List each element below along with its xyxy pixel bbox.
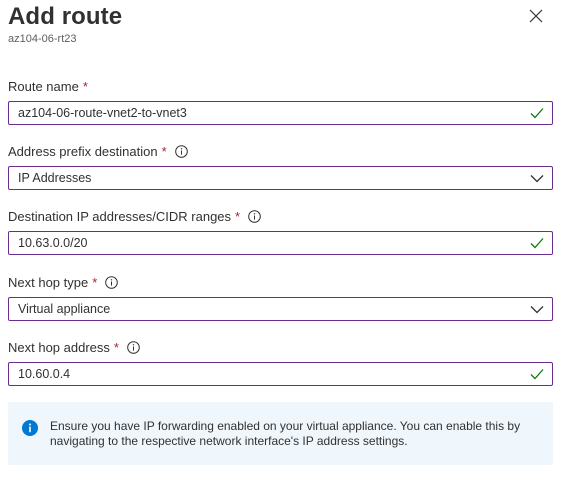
chevron-down-icon	[530, 302, 544, 316]
next-hop-type-label: Next hop type	[8, 274, 89, 290]
address-prefix-destination-select[interactable]: IP Addresses	[8, 166, 553, 190]
page-subtitle: az104-06-rt23	[8, 33, 77, 45]
chevron-down-icon	[530, 171, 544, 185]
next-hop-type-label-row: Next hop type *	[8, 274, 553, 290]
route-name-value: az104-06-route-vnet2-to-vnet3	[18, 106, 187, 120]
info-icon[interactable]	[248, 209, 261, 223]
destination-ranges-label: Destination IP addresses/CIDR ranges	[8, 208, 232, 224]
required-marker: *	[161, 143, 167, 159]
next-hop-type-value: Virtual appliance	[18, 302, 111, 316]
checkmark-icon	[530, 367, 544, 381]
close-icon	[529, 9, 543, 23]
checkmark-icon	[530, 106, 544, 120]
next-hop-address-label-row: Next hop address *	[8, 339, 553, 355]
info-icon[interactable]	[127, 340, 140, 354]
address-prefix-destination-value: IP Addresses	[18, 171, 92, 185]
destination-ranges-value: 10.63.0.0/20	[18, 236, 88, 250]
destination-ranges-input[interactable]: 10.63.0.0/20	[8, 231, 553, 255]
next-hop-address-label: Next hop address	[8, 339, 110, 355]
close-button[interactable]	[528, 8, 544, 24]
required-marker: *	[235, 208, 241, 224]
destination-ranges-field: Destination IP addresses/CIDR ranges * 1…	[8, 208, 553, 255]
address-prefix-destination-field: Address prefix destination * IP Addresse…	[8, 143, 553, 190]
info-filled-icon	[22, 420, 38, 436]
next-hop-address-value: 10.60.0.4	[18, 367, 71, 381]
info-notice-text: Ensure you have IP forwarding enabled on…	[50, 419, 521, 448]
info-icon[interactable]	[105, 275, 119, 289]
address-prefix-destination-label: Address prefix destination	[8, 143, 158, 159]
next-hop-address-input[interactable]: 10.60.0.4	[8, 362, 553, 386]
required-marker: *	[92, 274, 98, 290]
info-notice: Ensure you have IP forwarding enabled on…	[8, 402, 553, 465]
route-name-label-row: Route name *	[8, 78, 553, 94]
next-hop-address-field: Next hop address * 10.60.0.4	[8, 339, 553, 386]
address-prefix-label-row: Address prefix destination *	[8, 143, 553, 159]
info-icon[interactable]	[174, 144, 188, 158]
route-name-label: Route name	[8, 78, 79, 94]
checkmark-icon	[530, 236, 544, 250]
panel-header: Add route az104-06-rt23	[8, 2, 557, 52]
destination-ranges-label-row: Destination IP addresses/CIDR ranges *	[8, 208, 553, 224]
next-hop-type-field: Next hop type * Virtual appliance	[8, 274, 553, 321]
route-name-input[interactable]: az104-06-route-vnet2-to-vnet3	[8, 101, 553, 125]
page-title: Add route	[8, 3, 123, 30]
next-hop-type-select[interactable]: Virtual appliance	[8, 297, 553, 321]
route-name-field: Route name * az104-06-route-vnet2-to-vne…	[8, 78, 553, 125]
required-marker: *	[113, 339, 119, 355]
required-marker: *	[82, 78, 88, 94]
